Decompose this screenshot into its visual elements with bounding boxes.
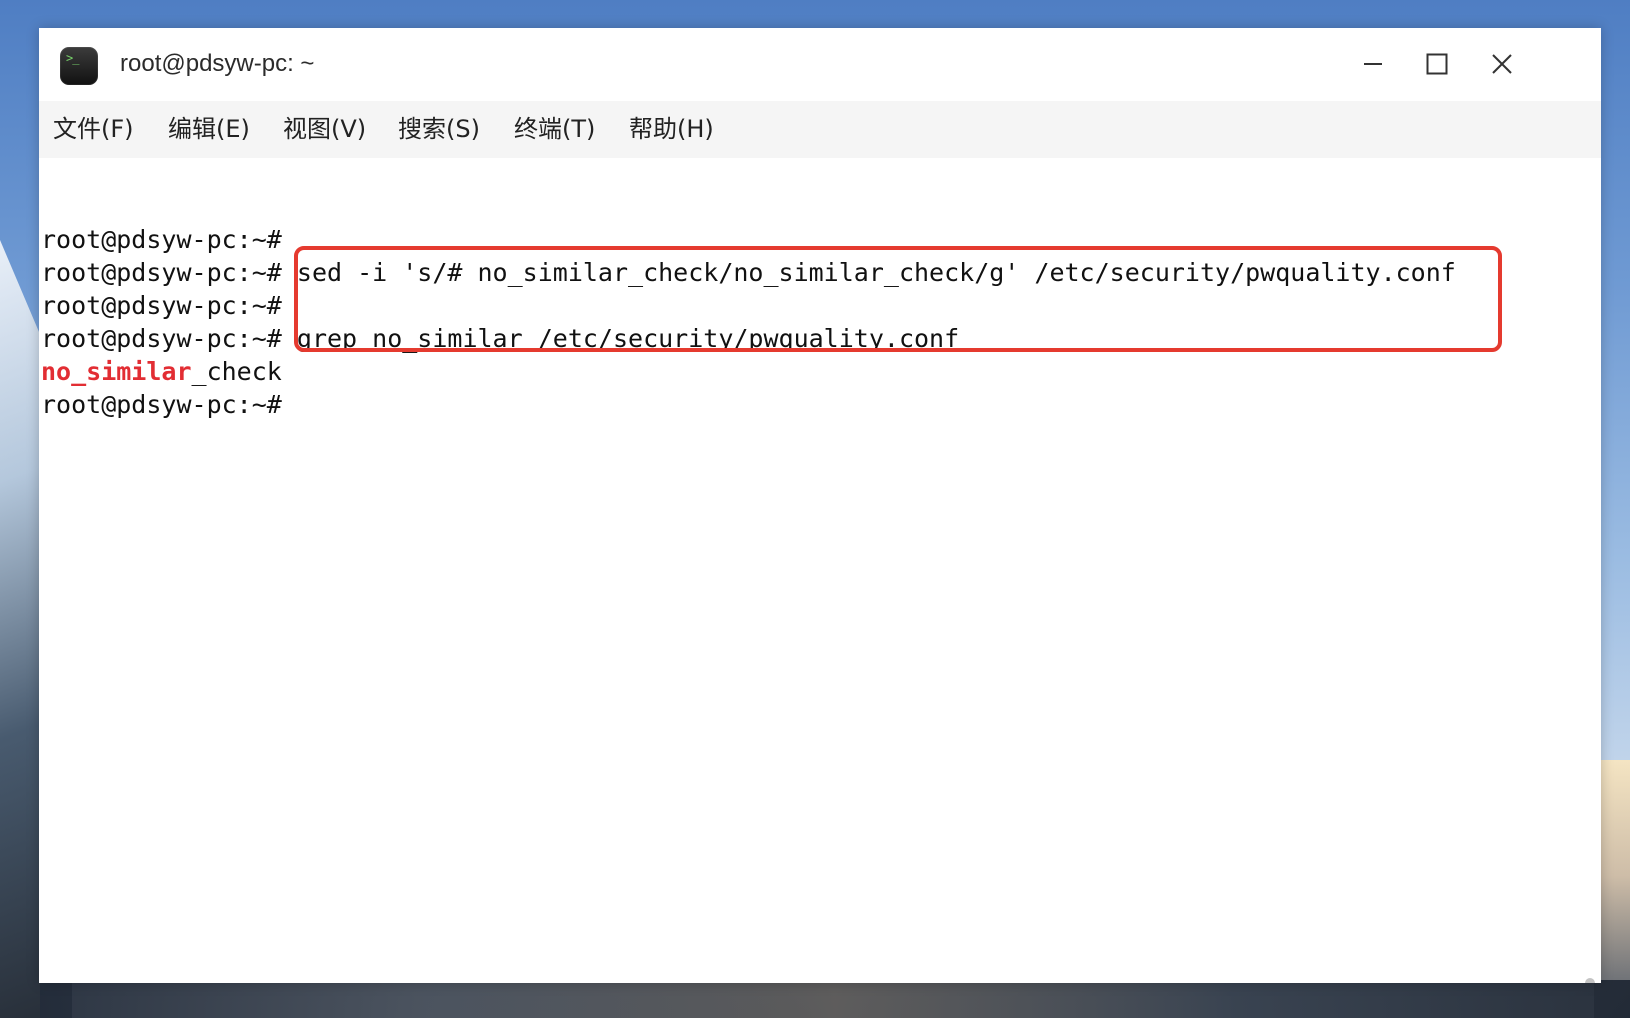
- terminal-prompt: root@pdsyw-pc:~#: [41, 258, 282, 287]
- close-icon: [1492, 54, 1512, 74]
- menu-file[interactable]: 文件(F): [53, 114, 134, 144]
- menu-view[interactable]: 视图(V): [283, 114, 366, 144]
- terminal-prompt: root@pdsyw-pc:~#: [41, 324, 282, 353]
- window-title: root@pdsyw-pc: ~: [120, 50, 315, 77]
- terminal-output-line: no_similar_check: [41, 355, 282, 388]
- grep-output-rest: _check: [191, 357, 282, 386]
- terminal-prompt: root@pdsyw-pc:~#: [41, 225, 282, 254]
- menu-terminal[interactable]: 终端(T): [514, 114, 595, 144]
- desktop-background-mountain-bottom: [40, 980, 1630, 1018]
- terminal-window: >_ root@pdsyw-pc: ~ 文件(F) 编辑(E) 视图(V) 搜索…: [39, 28, 1601, 983]
- maximize-icon: [1426, 53, 1448, 75]
- menu-edit[interactable]: 编辑(E): [168, 114, 250, 144]
- scrollbar-thumb[interactable]: [1585, 978, 1595, 983]
- terminal-line: root@pdsyw-pc:~#: [41, 388, 282, 421]
- grep-command: grep no_similar /etc/security/pwquality.…: [296, 324, 960, 353]
- menu-bar: 文件(F) 编辑(E) 视图(V) 搜索(S) 终端(T) 帮助(H): [39, 101, 1601, 158]
- terminal-app-icon: >_: [60, 47, 98, 85]
- minimize-icon: [1364, 63, 1382, 65]
- terminal-prompt-icon: >_: [66, 51, 79, 65]
- terminal-prompt: root@pdsyw-pc:~#: [41, 291, 282, 320]
- terminal-line: root@pdsyw-pc:~# sed -i 's/# no_similar_…: [41, 256, 1456, 289]
- terminal-line: root@pdsyw-pc:~#: [41, 289, 282, 322]
- maximize-button[interactable]: [1419, 46, 1455, 82]
- terminal-prompt: root@pdsyw-pc:~#: [41, 390, 282, 419]
- terminal-line: root@pdsyw-pc:~#: [41, 223, 282, 256]
- sed-command: sed -i 's/# no_similar_check/no_similar_…: [296, 258, 1456, 287]
- terminal-scrollbar[interactable]: [1581, 158, 1601, 983]
- terminal-line: root@pdsyw-pc:~# grep no_similar /etc/se…: [41, 322, 959, 355]
- menu-help[interactable]: 帮助(H): [629, 114, 714, 144]
- terminal-output-area[interactable]: root@pdsyw-pc:~# root@pdsyw-pc:~# sed -i…: [39, 158, 1601, 983]
- close-button[interactable]: [1484, 46, 1520, 82]
- window-titlebar[interactable]: >_ root@pdsyw-pc: ~: [39, 28, 1601, 101]
- grep-match: no_similar: [41, 357, 192, 386]
- minimize-button[interactable]: [1355, 46, 1391, 82]
- menu-search[interactable]: 搜索(S): [398, 114, 480, 144]
